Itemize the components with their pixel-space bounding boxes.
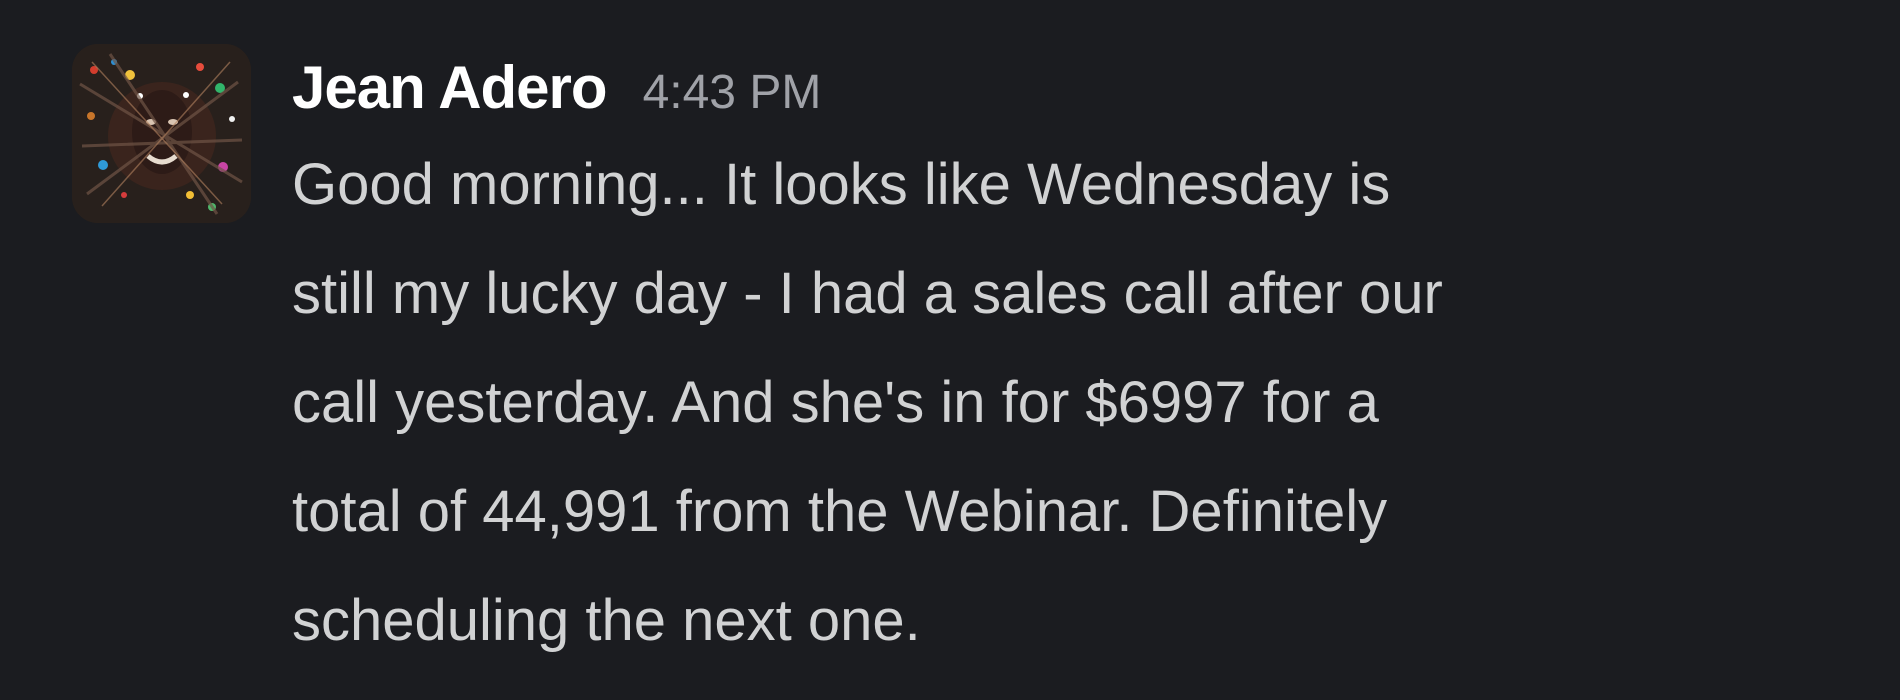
message-content: Jean Adero 4:43 PM Good morning... It lo… [292,46,1812,675]
chat-message: Jean Adero 4:43 PM Good morning... It lo… [0,0,1900,700]
message-line: total of 44,991 from the Webinar. Defini… [292,479,1388,544]
message-line: Good morning... It looks like Wednesday … [292,152,1391,217]
message-line: scheduling the next one. [292,588,921,653]
author-name[interactable]: Jean Adero [292,46,608,130]
message-line: still my lucky day - I had a sales call … [292,261,1443,326]
message-body: Good morning... It looks like Wednesday … [292,130,1812,675]
message-line: call yesterday. And she's in for $6997 f… [292,370,1379,435]
message-header: Jean Adero 4:43 PM [292,46,1812,130]
user-avatar[interactable] [72,44,251,223]
message-timestamp[interactable]: 4:43 PM [643,51,822,135]
